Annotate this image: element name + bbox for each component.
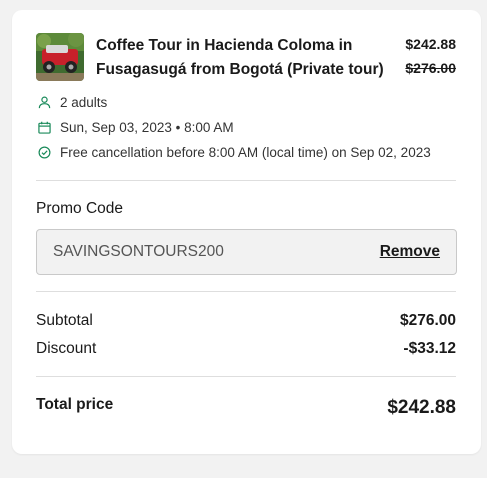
divider: [36, 291, 456, 292]
tour-price-current: $242.88: [405, 36, 456, 52]
discount-value: -$33.12: [403, 340, 456, 357]
tour-title[interactable]: Coffee Tour in Hacienda Coloma in Fusaga…: [96, 34, 396, 82]
remove-promo-link[interactable]: Remove: [380, 243, 440, 261]
promo-code-field[interactable]: SAVINGSONTOURS200 Remove: [36, 229, 457, 275]
travelers-row: 2 adults: [36, 94, 107, 110]
calendar-icon: [36, 119, 52, 135]
subtotal-label: Subtotal: [36, 312, 93, 329]
date-text: Sun, Sep 03, 2023 • 8:00 AM: [60, 119, 234, 135]
travelers-text: 2 adults: [60, 94, 108, 110]
order-summary-card: Coffee Tour in Hacienda Coloma in Fusaga…: [12, 10, 481, 454]
discount-label: Discount: [36, 340, 97, 357]
tour-thumbnail: [36, 33, 84, 81]
date-row: Sun, Sep 03, 2023 • 8:00 AM: [36, 119, 234, 135]
promo-code-value: SAVINGSONTOURS200: [53, 243, 224, 260]
subtotal-value: $276.00: [399, 312, 456, 329]
divider: [36, 180, 456, 181]
cancellation-text: Free cancellation before 8:00 AM (local …: [60, 144, 431, 160]
total-price-value: $242.88: [387, 397, 456, 418]
check-circle-icon: [36, 144, 52, 160]
person-icon: [36, 94, 52, 110]
tour-price-original: $276.00: [405, 60, 456, 76]
total-price-label: Total price: [36, 396, 114, 413]
divider: [36, 376, 456, 377]
cancellation-row: Free cancellation before 8:00 AM (local …: [36, 144, 431, 160]
promo-code-label: Promo Code: [36, 200, 124, 217]
